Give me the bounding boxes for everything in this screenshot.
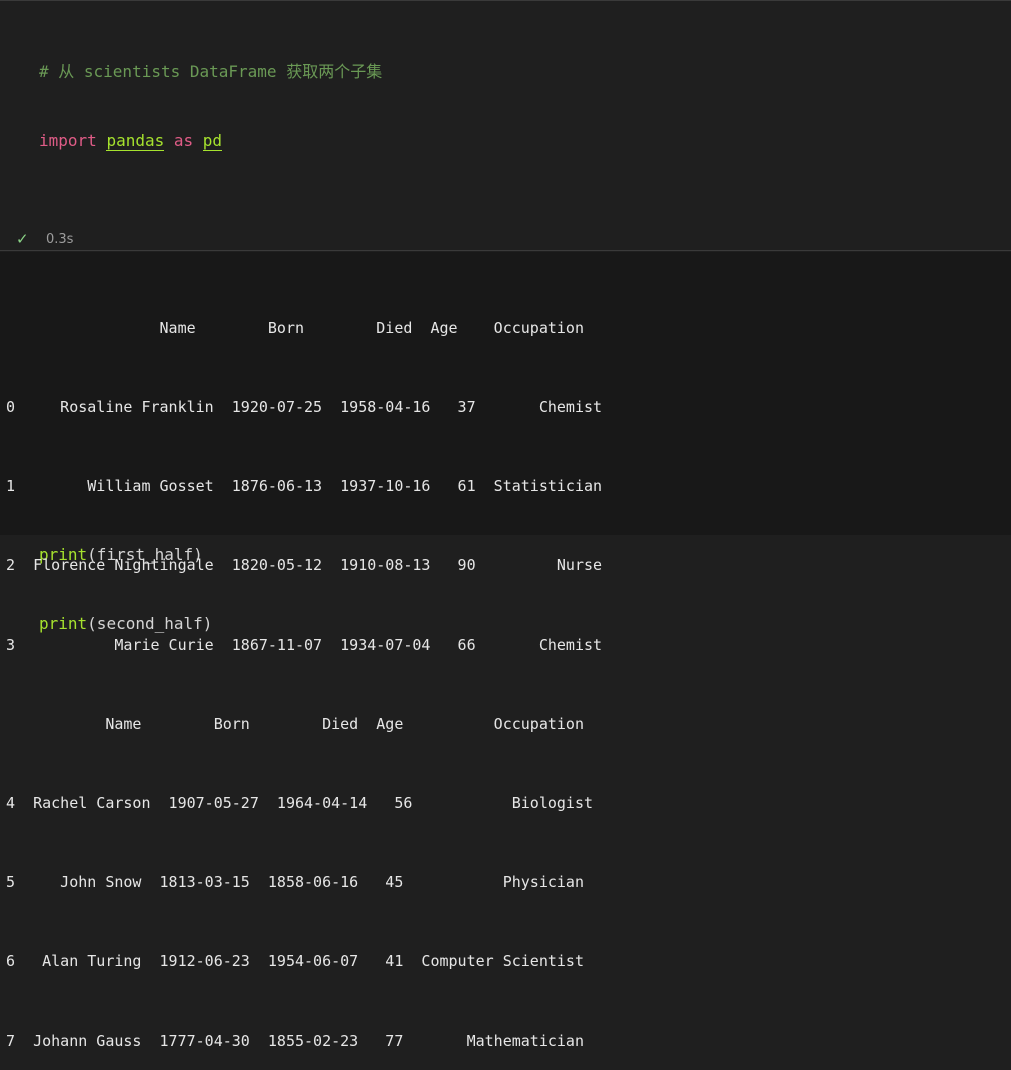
check-icon: ✓ [16,230,29,248]
code-cell[interactable]: # 从 scientists DataFrame 获取两个子集 import p… [0,0,1011,633]
output-line: 4 Rachel Carson 1907-05-27 1964-04-14 56… [6,794,593,813]
output-text: Name Born Died Age Occupation 0 Rosaline… [6,262,602,1070]
cell-output: Name Born Died Age Occupation 0 Rosaline… [0,252,1011,1050]
execution-time: 0.3s [46,232,74,247]
output-line: 2 Florence Nightingale 1820-05-12 1910-0… [6,556,603,575]
code-line[interactable] [39,198,781,221]
execution-status: ✓ 0.3s [0,228,1011,251]
code-token: as [173,131,194,150]
output-line: 5 John Snow 1813-03-15 1858-06-16 45 Phy… [6,873,584,892]
output-line: Name Born Died Age Occupation [6,714,584,733]
output-line: 6 Alan Turing 1912-06-23 1954-06-07 41 C… [6,952,584,971]
code-token: pd [202,131,223,151]
code-line[interactable]: # 从 scientists DataFrame 获取两个子集 [39,60,781,83]
code-line[interactable]: import pandas as pd [39,129,781,152]
output-line: 3 Marie Curie 1867-11-07 1934-07-04 66 C… [6,635,603,654]
output-line: Name Born Died Age Occupation [6,318,584,337]
code-token: # 从 scientists DataFrame 获取两个子集 [39,62,383,81]
output-line: 1 William Gosset 1876-06-13 1937-10-16 6… [6,477,603,496]
code-token: import [39,131,97,150]
code-token: pandas [106,131,165,151]
output-line: 0 Rosaline Franklin 1920-07-25 1958-04-1… [6,398,603,417]
output-line: 7 Johann Gauss 1777-04-30 1855-02-23 77 … [6,1031,584,1050]
